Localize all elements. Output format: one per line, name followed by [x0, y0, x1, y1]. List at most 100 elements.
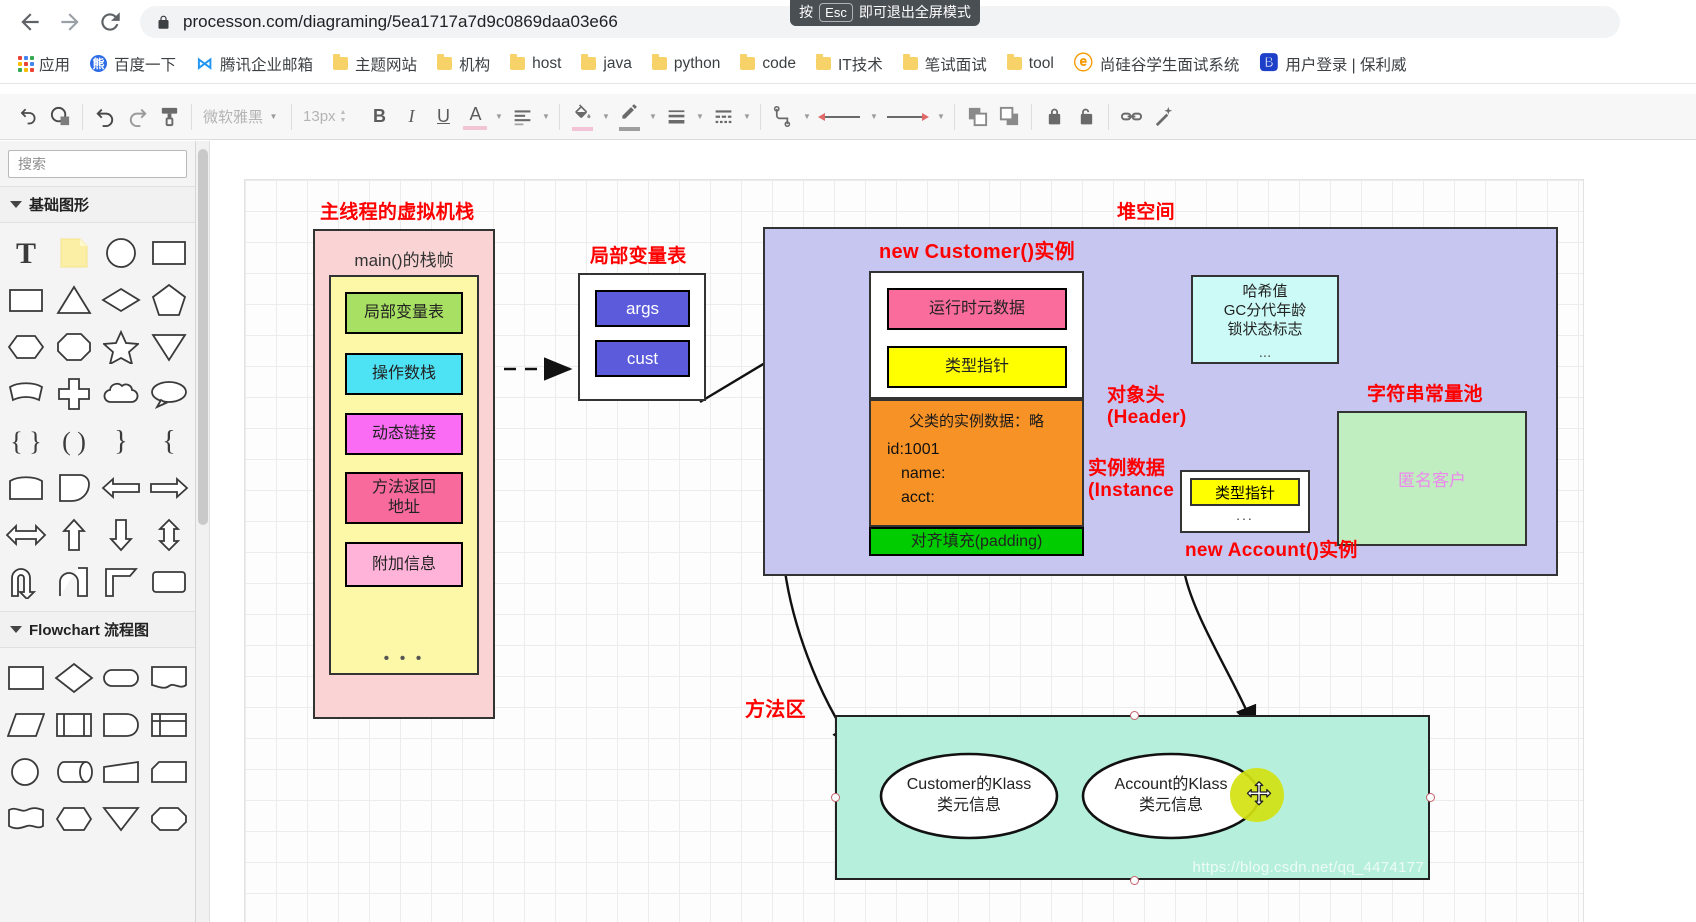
bookmark-it-tech[interactable]: IT技术	[806, 50, 893, 78]
shape-u-turn-arrow[interactable]	[2, 558, 50, 605]
forward-button[interactable]	[50, 2, 90, 42]
shape-arrow-left[interactable]	[98, 464, 146, 511]
reload-button[interactable]	[90, 2, 130, 42]
bookmark-apps[interactable]: 应用	[8, 50, 80, 78]
section-header-basic-shapes[interactable]: 基础图形	[0, 186, 195, 223]
search-input[interactable]	[16, 155, 195, 173]
shape-left-brace[interactable]: {	[145, 417, 193, 464]
shape-speech-bubble[interactable]	[145, 370, 193, 417]
shape-braces-pair[interactable]: { }	[2, 417, 50, 464]
connector-icon[interactable]	[768, 102, 798, 132]
shape-curved-top-box[interactable]	[2, 464, 50, 511]
shape-note[interactable]	[50, 229, 98, 276]
scrollbar-thumb[interactable]	[198, 149, 208, 525]
shape-predefined-process[interactable]	[50, 701, 98, 748]
shape-parens-pair[interactable]: ( )	[50, 417, 98, 464]
klass-node-customer[interactable]: Customer的Klass 类元信息	[879, 752, 1059, 840]
shape-cloud[interactable]	[98, 370, 146, 417]
shape-arrow-up-down[interactable]	[145, 511, 193, 558]
hyperlink-icon[interactable]	[1116, 102, 1146, 132]
chevron-down-icon[interactable]: ▼	[646, 103, 659, 131]
shape-arrow-down[interactable]	[98, 511, 146, 558]
shape-terminator[interactable]	[98, 654, 146, 701]
section-header-flowchart[interactable]: Flowchart 流程图	[0, 611, 195, 648]
bookmark-theme-sites[interactable]: 主题网站	[323, 50, 427, 78]
diagram-paper[interactable]: 主线程的虚拟机栈 局部变量表 堆空间 main()的栈帧 局部变量表 操作数栈 …	[244, 179, 1584, 922]
shape-octagon[interactable]	[50, 323, 98, 370]
font-family-select[interactable]: 微软雅黑 ▼	[199, 103, 284, 131]
slot-local-variable-table[interactable]: 局部变量表	[345, 292, 463, 334]
customer-padding-row[interactable]: 对齐填充(padding)	[869, 527, 1084, 556]
slot-dynamic-linking[interactable]: 动态链接	[345, 413, 463, 455]
diagram-canvas[interactable]: 主线程的虚拟机栈 局部变量表 堆空间 main()的栈帧 局部变量表 操作数栈 …	[196, 141, 1696, 922]
local-var-args[interactable]: args	[595, 290, 690, 327]
bookmark-written-interview[interactable]: 笔试面试	[893, 50, 997, 78]
slot-return-address[interactable]: 方法返回 地址	[345, 472, 463, 524]
bookmark-tool[interactable]: tool	[997, 52, 1064, 76]
selection-handle-left[interactable]	[831, 793, 840, 802]
shape-merge-triangle[interactable]	[98, 795, 146, 842]
shape-arrow-right[interactable]	[145, 464, 193, 511]
redo-icon[interactable]	[122, 102, 152, 132]
shape-internal-storage[interactable]	[145, 701, 193, 748]
shape-text[interactable]: T	[2, 229, 50, 276]
shape-arrow-left-right[interactable]	[2, 511, 50, 558]
shape-card[interactable]	[145, 748, 193, 795]
back-button[interactable]	[10, 2, 50, 42]
underline-button[interactable]: U	[428, 102, 458, 132]
arrow-start-icon[interactable]	[815, 102, 865, 132]
shape-star[interactable]	[98, 323, 146, 370]
bookmark-code[interactable]: code	[730, 52, 806, 76]
pen-icon[interactable]	[614, 102, 644, 132]
customer-runtime-metadata[interactable]: 运行时元数据	[887, 288, 1067, 330]
chevron-down-icon[interactable]: ▼	[800, 103, 813, 131]
bookmark-tencent-mail[interactable]: ⋈ 腾讯企业邮箱	[186, 50, 323, 78]
text-color-button[interactable]: A	[460, 102, 490, 132]
account-type-pointer[interactable]: 类型指针	[1190, 478, 1300, 506]
bookmark-java[interactable]: java	[571, 52, 641, 76]
line-style-icon[interactable]	[708, 102, 738, 132]
arrow-end-icon[interactable]	[882, 102, 932, 132]
bookmark-python[interactable]: python	[642, 52, 731, 76]
selection-shape-icon[interactable]	[45, 102, 75, 132]
shape-trapezoid-slanted[interactable]	[98, 748, 146, 795]
bookmark-baidu[interactable]: 熊 百度一下	[80, 50, 186, 78]
line-weight-icon[interactable]	[661, 102, 691, 132]
shape-wave-document[interactable]	[2, 795, 50, 842]
chevron-down-icon[interactable]: ▼	[867, 103, 880, 131]
bold-button[interactable]: B	[364, 102, 394, 132]
fill-bucket-icon[interactable]	[567, 102, 597, 132]
shape-bent-arrow[interactable]	[98, 558, 146, 605]
shape-data-parallelogram[interactable]	[2, 701, 50, 748]
chevron-down-icon[interactable]: ▼	[599, 103, 612, 131]
magic-wand-icon[interactable]	[1148, 102, 1178, 132]
shape-delay[interactable]	[98, 701, 146, 748]
shape-inverted-triangle[interactable]	[145, 323, 193, 370]
shape-cross[interactable]	[50, 370, 98, 417]
string-constant-pool-box[interactable]: 匿名客户	[1337, 411, 1527, 546]
text-align-icon[interactable]	[507, 102, 537, 132]
shape-octagon-flow[interactable]	[145, 795, 193, 842]
shape-decision[interactable]	[50, 654, 98, 701]
shape-pentagon[interactable]	[145, 276, 193, 323]
shape-process[interactable]	[2, 654, 50, 701]
bookmark-org[interactable]: 机构	[427, 50, 500, 78]
shape-u-turn-arrow-2[interactable]	[50, 558, 98, 605]
shape-arc-banner[interactable]	[2, 370, 50, 417]
undo-icon[interactable]	[90, 102, 120, 132]
format-painter-icon[interactable]	[154, 102, 184, 132]
search-box[interactable]	[8, 150, 195, 178]
selection-handle-top[interactable]	[1130, 711, 1139, 720]
shape-hexagon[interactable]	[2, 323, 50, 370]
lock-open-icon[interactable]	[1071, 102, 1101, 132]
slot-operand-stack[interactable]: 操作数栈	[345, 353, 463, 395]
italic-button[interactable]: I	[396, 102, 426, 132]
slot-extra-info[interactable]: 附加信息	[345, 542, 463, 587]
canvas-vertical-scrollbar[interactable]	[196, 141, 210, 922]
lock-closed-icon[interactable]	[1039, 102, 1069, 132]
send-to-back-icon[interactable]	[994, 102, 1024, 132]
customer-type-pointer[interactable]: 类型指针	[887, 346, 1067, 388]
bookmark-shangguigu[interactable]: ⓔ 尚硅谷学生面试系统	[1064, 50, 1250, 78]
chevron-down-icon[interactable]: ▼	[693, 103, 706, 131]
shape-arrow-up[interactable]	[50, 511, 98, 558]
